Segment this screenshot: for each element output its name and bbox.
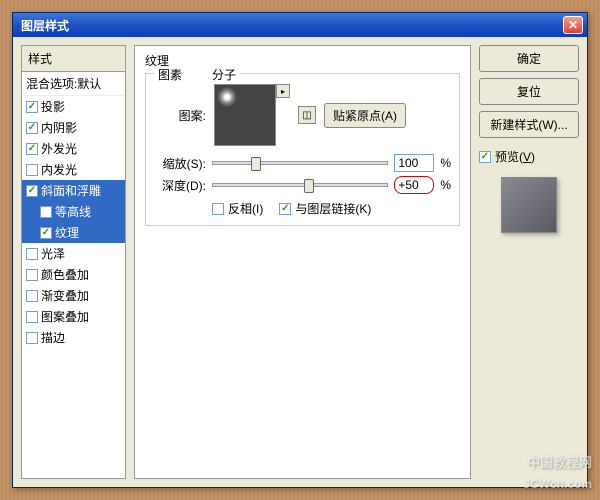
link-checkbox[interactable] — [279, 203, 291, 215]
blend-options[interactable]: 混合选项:默认 — [22, 72, 125, 96]
style-label: 图案叠加 — [41, 308, 89, 325]
style-checkbox[interactable] — [26, 164, 38, 176]
styles-list: 样式 混合选项:默认 投影内阴影外发光内发光斜面和浮雕等高线纹理光泽颜色叠加渐变… — [21, 45, 126, 479]
style-item[interactable]: 内阴影 — [22, 117, 125, 138]
close-button[interactable]: ✕ — [563, 16, 583, 34]
scale-label: 缩放(S): — [154, 155, 206, 172]
style-label: 外发光 — [41, 140, 77, 157]
style-checkbox[interactable] — [26, 332, 38, 344]
style-label: 渐变叠加 — [41, 287, 89, 304]
pattern-label: 图案: — [154, 107, 206, 124]
style-label: 光泽 — [41, 245, 65, 262]
style-checkbox[interactable] — [40, 206, 52, 218]
titlebar[interactable]: 图层样式 ✕ — [13, 13, 587, 37]
style-checkbox[interactable] — [26, 311, 38, 323]
styles-header: 样式 — [22, 46, 125, 72]
scale-input[interactable] — [394, 154, 434, 172]
snap-origin-icon[interactable]: ◫ — [298, 106, 316, 124]
style-checkbox[interactable] — [26, 101, 38, 113]
style-checkbox[interactable] — [26, 248, 38, 260]
style-label: 投影 — [41, 98, 65, 115]
pattern-swatch[interactable] — [214, 84, 276, 146]
invert-label: 反相(I) — [228, 200, 263, 217]
settings-panel: 纹理 图素 分子 图案: ▸ ◫ 贴紧原点(A) 缩放(S): — [134, 45, 471, 479]
style-checkbox[interactable] — [26, 122, 38, 134]
scale-unit: % — [440, 156, 451, 170]
depth-input[interactable] — [394, 176, 434, 194]
new-style-button[interactable]: 新建样式(W)... — [479, 111, 579, 138]
watermark: 中国教程网 JCWcn.com — [523, 452, 592, 494]
style-label: 纹理 — [55, 224, 79, 241]
style-checkbox[interactable] — [26, 143, 38, 155]
link-checkbox-row[interactable]: 与图层链接(K) — [279, 200, 371, 217]
style-label: 内阴影 — [41, 119, 77, 136]
elements-fieldset: 图素 分子 图案: ▸ ◫ 贴紧原点(A) 缩放(S): % — [145, 73, 460, 226]
action-panel: 确定 复位 新建样式(W)... 预览(V) — [479, 45, 579, 479]
style-item[interactable]: 投影 — [22, 96, 125, 117]
fieldset-legend-1: 图素 — [158, 66, 182, 83]
style-checkbox[interactable] — [26, 269, 38, 281]
ok-button[interactable]: 确定 — [479, 45, 579, 72]
depth-label: 深度(D): — [154, 177, 206, 194]
preview-swatch — [501, 177, 557, 233]
style-item[interactable]: 渐变叠加 — [22, 285, 125, 306]
style-item[interactable]: 斜面和浮雕 — [22, 180, 125, 201]
style-label: 等高线 — [55, 203, 91, 220]
style-label: 颜色叠加 — [41, 266, 89, 283]
invert-checkbox[interactable] — [212, 203, 224, 215]
preview-label: 预览(V) — [495, 148, 535, 165]
style-label: 描边 — [41, 329, 65, 346]
pattern-dropdown-icon[interactable]: ▸ — [276, 84, 290, 98]
style-item[interactable]: 外发光 — [22, 138, 125, 159]
preview-checkbox[interactable] — [479, 151, 491, 163]
style-label: 斜面和浮雕 — [41, 182, 101, 199]
cancel-button[interactable]: 复位 — [479, 78, 579, 105]
style-label: 内发光 — [41, 161, 77, 178]
link-label: 与图层链接(K) — [295, 200, 371, 217]
depth-unit: % — [440, 178, 451, 192]
style-checkbox[interactable] — [40, 227, 52, 239]
style-item[interactable]: 内发光 — [22, 159, 125, 180]
depth-slider[interactable] — [212, 183, 388, 187]
style-checkbox[interactable] — [26, 185, 38, 197]
layer-style-dialog: 图层样式 ✕ 样式 混合选项:默认 投影内阴影外发光内发光斜面和浮雕等高线纹理光… — [12, 12, 588, 488]
snap-origin-button[interactable]: 贴紧原点(A) — [324, 103, 406, 128]
window-title: 图层样式 — [17, 17, 563, 34]
style-item[interactable]: 图案叠加 — [22, 306, 125, 327]
style-checkbox[interactable] — [26, 290, 38, 302]
style-item[interactable]: 描边 — [22, 327, 125, 348]
preview-checkbox-row[interactable]: 预览(V) — [479, 148, 579, 165]
style-item[interactable]: 纹理 — [22, 222, 125, 243]
style-item[interactable]: 等高线 — [22, 201, 125, 222]
invert-checkbox-row[interactable]: 反相(I) — [212, 200, 263, 217]
scale-slider[interactable] — [212, 161, 388, 165]
style-item[interactable]: 颜色叠加 — [22, 264, 125, 285]
fieldset-legend-2: 分子 — [212, 66, 236, 83]
style-item[interactable]: 光泽 — [22, 243, 125, 264]
